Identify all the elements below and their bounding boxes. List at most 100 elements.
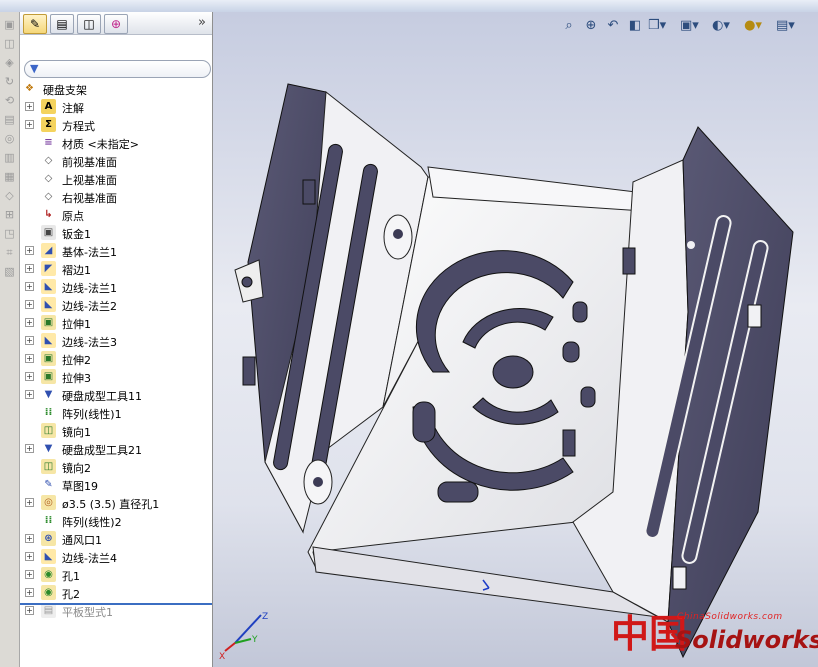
feature-manager-tab-icon[interactable]: ✎ <box>23 14 47 34</box>
tree-item[interactable]: + ◣ 边线-法兰1 <box>20 278 212 296</box>
edge-flange-icon: ◣ <box>41 549 56 564</box>
expand-toggle-icon[interactable]: + <box>25 606 34 615</box>
extrude-cut-icon: ▣ <box>41 369 56 384</box>
expand-toggle-icon[interactable]: + <box>25 282 34 291</box>
tree-item[interactable]: + ⊛ 通风口1 <box>20 530 212 548</box>
tree-item-label: 前视基准面 <box>62 156 117 169</box>
dimxpert-manager-tab-icon[interactable]: ⊕ <box>104 14 128 34</box>
tree-item[interactable]: ◫ 镜向1 <box>20 422 212 440</box>
tool-icon[interactable]: ⊞ <box>3 208 16 221</box>
watermark-url: ChinaSolidworks.com <box>677 612 783 622</box>
tree-item[interactable]: + ◣ 边线-法兰2 <box>20 296 212 314</box>
tree-item-label: ø3.5 (3.5) 直径孔1 <box>62 498 160 511</box>
edge-flange-icon: ◣ <box>41 279 56 294</box>
expand-toggle-icon[interactable]: + <box>25 354 34 363</box>
expand-toggle-icon[interactable]: + <box>25 300 34 309</box>
tree-item[interactable]: ◇ 右视基准面 <box>20 188 212 206</box>
tree-item[interactable]: + ▼ 硬盘成型工具11 <box>20 386 212 404</box>
tree-item-label: 孔1 <box>62 570 80 583</box>
tool-icon[interactable]: ◫ <box>3 37 16 50</box>
tree-item-label: 通风口1 <box>62 534 102 547</box>
tree-item[interactable]: ✎ 草图19 <box>20 476 212 494</box>
tree-item[interactable]: + ◢ 基体-法兰1 <box>20 242 212 260</box>
tree-item[interactable]: + ▣ 拉伸2 <box>20 350 212 368</box>
expand-toggle-icon[interactable]: + <box>25 498 34 507</box>
annotation-icon: A <box>41 99 56 114</box>
filter-icon: ▼ <box>30 62 39 75</box>
tree-item[interactable]: + ▣ 拉伸3 <box>20 368 212 386</box>
tree-item[interactable]: + ◣ 边线-法兰4 <box>20 548 212 566</box>
tree-item-label: 边线-法兰3 <box>62 336 117 349</box>
expand-chevron-icon[interactable]: » <box>198 15 206 30</box>
tree-item[interactable]: + ◣ 边线-法兰3 <box>20 332 212 350</box>
configuration-manager-tab-icon[interactable]: ◫ <box>77 14 101 34</box>
extrude-cut-icon: ▣ <box>41 315 56 330</box>
rollback-bar[interactable] <box>20 603 212 605</box>
tree-item[interactable]: ◇ 前视基准面 <box>20 152 212 170</box>
tool-icon[interactable]: ⌗ <box>3 246 16 259</box>
tool-icon[interactable]: ⟲ <box>3 94 16 107</box>
left-tab-hole <box>302 179 316 205</box>
expand-toggle-icon[interactable]: + <box>25 534 34 543</box>
tree-item[interactable]: + ◉ 孔2 <box>20 584 212 602</box>
watermark: 中国 ChinaSolidworks.com Solidworks <box>611 610 818 662</box>
tree-item[interactable]: ↳ 原点 <box>20 206 212 224</box>
tree-item[interactable]: ⁞⁞ 阵列(线性)2 <box>20 512 212 530</box>
tool-icon[interactable]: ▦ <box>3 170 16 183</box>
tool-icon[interactable]: ◳ <box>3 227 16 240</box>
plane-icon: ◇ <box>41 171 56 186</box>
panel-tabs: ✎ ▤ ◫ ⊕ » <box>20 12 212 35</box>
expand-toggle-icon[interactable]: + <box>25 552 34 561</box>
expand-toggle-icon[interactable]: + <box>25 444 34 453</box>
tree-item-label: 右视基准面 <box>62 192 117 205</box>
tree-item[interactable]: ▣ 钣金1 <box>20 224 212 242</box>
forming-tool-icon: ▼ <box>41 441 56 456</box>
hole-icon: ◉ <box>41 567 56 582</box>
tree-item[interactable]: ≡ 材质 <未指定> <box>20 134 212 152</box>
tool-icon[interactable]: ▥ <box>3 151 16 164</box>
tree-item-label: 阵列(线性)1 <box>62 408 122 421</box>
expand-toggle-icon[interactable]: + <box>25 588 34 597</box>
tree-item[interactable]: + A 注解 <box>20 98 212 116</box>
tool-icon[interactable]: ↻ <box>3 75 16 88</box>
tree-item[interactable]: ⁞⁞ 阵列(线性)1 <box>20 404 212 422</box>
expand-toggle-icon[interactable]: + <box>25 570 34 579</box>
tree-item-label: 边线-法兰2 <box>62 300 117 313</box>
tree-item[interactable]: + ◉ 孔1 <box>20 566 212 584</box>
tree-item[interactable]: + ◎ ø3.5 (3.5) 直径孔1 <box>20 494 212 512</box>
tree-item[interactable]: ◇ 上视基准面 <box>20 170 212 188</box>
tree-filter-input[interactable]: ▼ <box>24 60 211 78</box>
vent-icon: ⊛ <box>41 531 56 546</box>
tool-icon[interactable]: ◈ <box>3 56 16 69</box>
tree-item[interactable]: + ▣ 拉伸1 <box>20 314 212 332</box>
left-boss-hole <box>393 229 403 239</box>
tree-item[interactable]: + ▼ 硬盘成型工具21 <box>20 440 212 458</box>
tree-item-label: 平板型式1 <box>62 606 113 619</box>
tool-icon[interactable]: ▣ <box>3 18 16 31</box>
view-triad: Z Y X <box>219 612 268 661</box>
expand-toggle-icon[interactable]: + <box>25 264 34 273</box>
linear-pattern-icon: ⁞⁞ <box>41 405 56 420</box>
tool-icon[interactable]: ▧ <box>3 265 16 278</box>
expand-toggle-icon[interactable]: + <box>25 102 34 111</box>
expand-toggle-icon[interactable]: + <box>25 246 34 255</box>
expand-toggle-icon[interactable]: + <box>25 372 34 381</box>
right-flange-hole <box>661 553 669 561</box>
tree-item[interactable]: + Σ 方程式 <box>20 116 212 134</box>
tree-root[interactable]: ❖ 硬盘支架 <box>20 80 212 98</box>
origin-icon: ↳ <box>41 207 56 222</box>
sheetmetal-icon: ▣ <box>41 225 56 240</box>
expand-toggle-icon[interactable]: + <box>25 336 34 345</box>
property-manager-tab-icon[interactable]: ▤ <box>50 14 74 34</box>
tool-icon[interactable]: ▤ <box>3 113 16 126</box>
tree-item[interactable]: ◫ 镜向2 <box>20 458 212 476</box>
tree-item-label: 草图19 <box>62 480 98 493</box>
graphics-area[interactable]: ⌕ ⊕ ↶ ◧ ❒▾ ▣▾ ◐▾ ●▾ ▤▾ Z Y X 中国 ChinaSol… <box>213 12 818 667</box>
tool-icon[interactable]: ◎ <box>3 132 16 145</box>
mirror-icon: ◫ <box>41 459 56 474</box>
expand-toggle-icon[interactable]: + <box>25 120 34 129</box>
tree-item[interactable]: + ◤ 褶边1 <box>20 260 212 278</box>
tool-icon[interactable]: ◇ <box>3 189 16 202</box>
expand-toggle-icon[interactable]: + <box>25 390 34 399</box>
expand-toggle-icon[interactable]: + <box>25 318 34 327</box>
